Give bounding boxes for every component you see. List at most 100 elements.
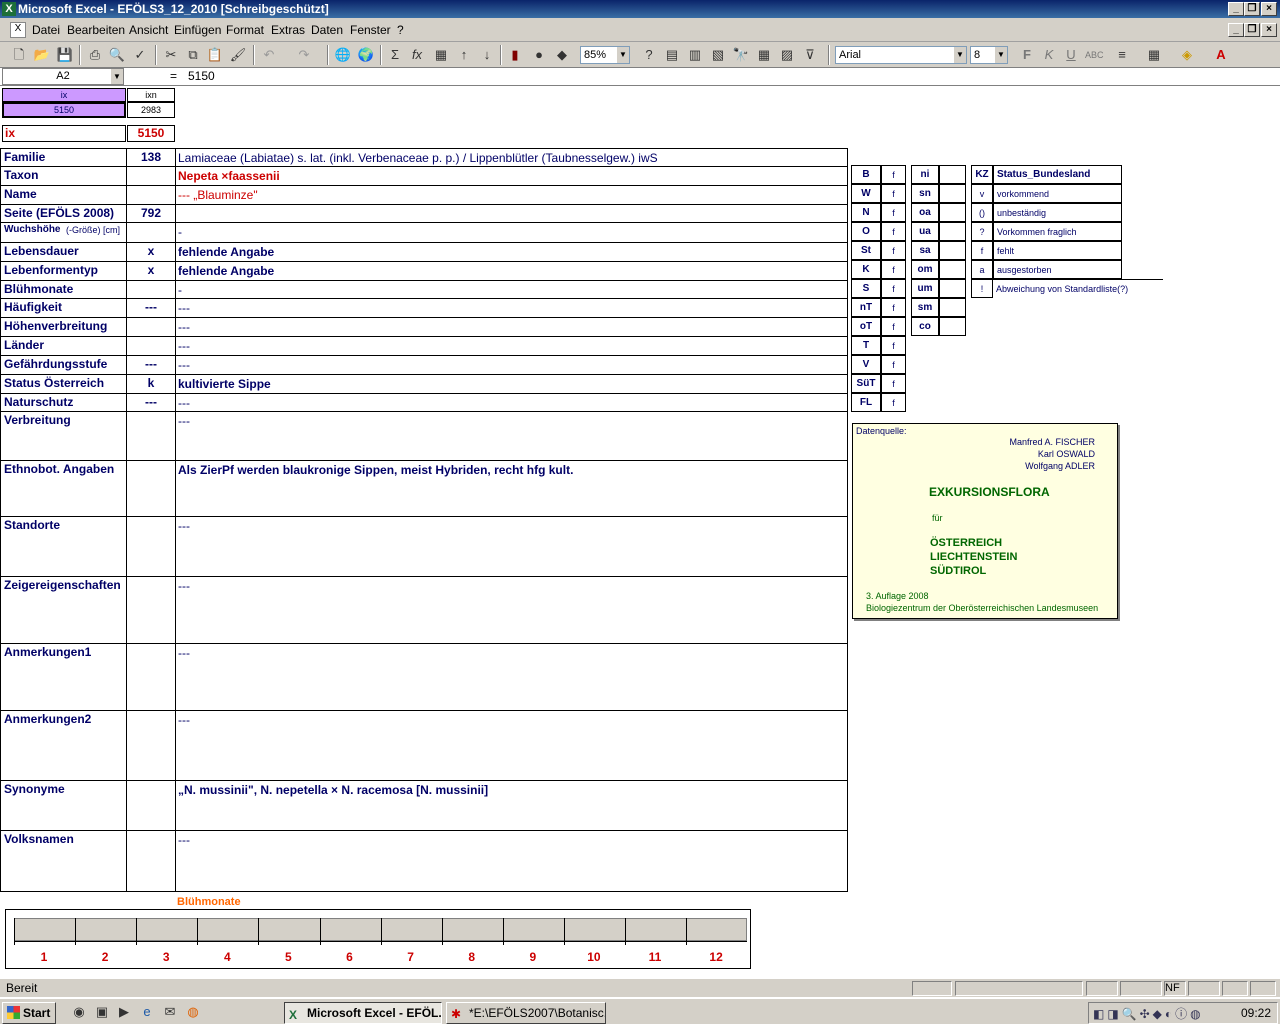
menu-bearbeiten[interactable]: Bearbeiten [67,23,125,37]
row-value[interactable]: Als ZierPf werden blaukronige Sippen, me… [178,463,573,477]
format-painter-icon[interactable]: 🖌 [229,46,247,64]
menu-help[interactable]: ? [397,23,404,37]
region-value[interactable] [939,317,966,336]
print-icon[interactable]: ⎙ [86,46,104,64]
find-icon[interactable]: 🔭 [732,46,750,64]
row-value[interactable]: --- [178,339,190,353]
region-value[interactable] [939,165,966,184]
row-value[interactable]: --- [178,396,190,410]
quicklaunch-icon-1[interactable]: ◉ [70,1003,88,1021]
undo-icon[interactable]: ↶ [260,46,278,64]
row-code[interactable]: --- [127,357,175,371]
quicklaunch-icon-3[interactable]: ▶ [115,1003,133,1021]
region-value[interactable] [939,203,966,222]
toolbar-icon-c[interactable]: ▧ [709,46,727,64]
zoom-select[interactable]: 85% ▼ [580,46,630,64]
function-icon[interactable]: fx [408,46,426,64]
toolbar-icon-e[interactable]: ▨ [778,46,796,64]
redo-icon[interactable]: ↷ [295,46,313,64]
status-code-value[interactable]: f [881,279,906,298]
row-value[interactable]: - [178,225,182,239]
status-code-value[interactable]: f [881,165,906,184]
cut-icon[interactable]: ✂ [162,46,180,64]
status-code-value[interactable]: f [881,317,906,336]
doc-minimize-button[interactable]: _ [1228,23,1244,37]
start-button[interactable]: Start [2,1002,56,1024]
taskbar-excel[interactable]: X Microsoft Excel - EFÖL... [284,1002,442,1024]
doc-restore-button[interactable]: ❐ [1244,23,1260,37]
status-code-value[interactable]: f [881,298,906,317]
status-code-value[interactable]: f [881,393,906,412]
row-value[interactable]: --- [178,301,190,315]
font-select[interactable]: Arial ▼ [835,46,967,64]
row-value[interactable]: --- [178,358,190,372]
autosum-icon[interactable]: Σ [386,46,404,64]
row-value[interactable]: kultivierte Sippe [178,377,271,391]
region-value[interactable] [939,260,966,279]
row-code[interactable]: 138 [127,150,175,164]
save-icon[interactable]: 💾 [56,46,74,64]
row-value[interactable]: Lamiaceae (Labiatae) s. lat. (inkl. Verb… [178,151,658,165]
hyperlink-icon[interactable]: 🌐 [334,46,352,64]
worksheet[interactable]: ix ixn 5150 2983 ix 5150 Familie 138 Lamia… [0,86,1280,974]
row-value[interactable]: --- [178,414,190,428]
menu-ansicht[interactable]: Ansicht [129,23,168,37]
borders-icon[interactable]: ▦ [1145,46,1163,64]
fill-color-icon[interactable]: ◈ [1178,46,1196,64]
menu-fenster[interactable]: Fenster [350,23,391,37]
row-value[interactable]: --- [178,579,190,593]
toolbar-icon-a[interactable]: ▤ [663,46,681,64]
status-code-value[interactable]: f [881,336,906,355]
region-value[interactable] [939,279,966,298]
row-code[interactable]: --- [127,395,175,409]
close-button[interactable]: × [1261,2,1277,16]
menu-extras[interactable]: Extras [271,23,305,37]
row-value[interactable]: „N. mussinii", N. nepetella × N. racemos… [178,783,488,797]
row-value[interactable]: --- [178,519,190,533]
row-code[interactable]: k [127,376,175,390]
print-preview-icon[interactable]: 🔍 [108,46,126,64]
toolbar-icon-d[interactable]: ▦ [755,46,773,64]
help-icon[interactable]: ? [640,46,658,64]
status-code-value[interactable]: f [881,203,906,222]
strikethrough-icon[interactable]: ABC [1085,46,1104,64]
quicklaunch-icon-2[interactable]: ▣ [93,1003,111,1021]
row-value[interactable]: --- [178,320,190,334]
status-code-value[interactable]: f [881,260,906,279]
toolbar-icon-b[interactable]: ▥ [686,46,704,64]
menu-format[interactable]: Format [226,23,264,37]
status-code-value[interactable]: f [881,184,906,203]
row-value[interactable]: - [178,283,182,297]
quicklaunch-icon-5[interactable]: ✉ [161,1003,179,1021]
copy-icon[interactable]: ⧉ [184,46,202,64]
row-code[interactable]: --- [127,300,175,314]
row-value[interactable]: fehlende Angabe [178,264,274,278]
status-code-value[interactable]: f [881,222,906,241]
spellcheck-icon[interactable]: ✓ [131,46,149,64]
row-value[interactable]: --- [178,646,190,660]
new-icon[interactable]: 🗋 [10,46,28,64]
status-code-value[interactable]: f [881,241,906,260]
web-toolbar-icon[interactable]: 🌍 [357,46,375,64]
autofilter-icon[interactable]: ⊽ [801,46,819,64]
ie-icon[interactable]: e [138,1003,156,1021]
region-value[interactable] [939,241,966,260]
font-size-select[interactable]: 8 ▼ [970,46,1008,64]
region-value[interactable] [939,298,966,317]
row-value[interactable]: --- [178,833,190,847]
row-code[interactable]: x [127,263,175,277]
region-value[interactable] [939,184,966,203]
row-value[interactable]: --- „Blauminze" [178,188,258,202]
row-code[interactable]: x [127,244,175,258]
drawing-icon[interactable]: ◆ [553,46,571,64]
maximize-button[interactable]: ❐ [1244,2,1260,16]
menu-einfuegen[interactable]: Einfügen [174,23,221,37]
menu-daten[interactable]: Daten [311,23,343,37]
underline-icon[interactable]: U [1062,46,1080,64]
formula-input[interactable]: 5150 [188,69,215,83]
region-value[interactable] [939,222,966,241]
tray-icons[interactable]: ◧◨🔍✣◆◐ⓘ◍ [1093,1005,1204,1022]
menu-datei[interactable]: Datei [32,23,60,37]
sort-ascending-icon[interactable]: ↑ [455,46,473,64]
workbook-icon[interactable]: X [10,22,26,38]
